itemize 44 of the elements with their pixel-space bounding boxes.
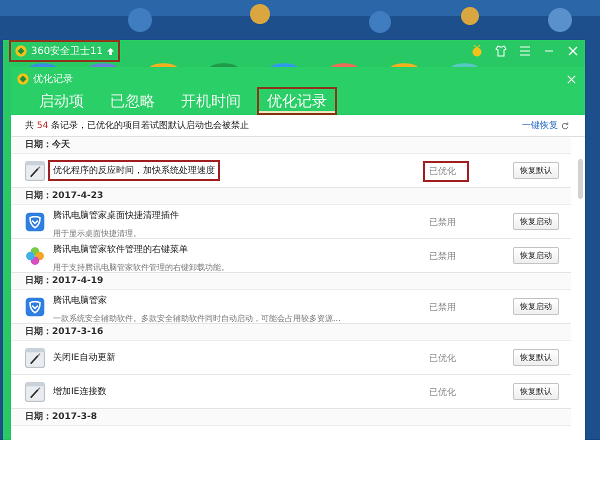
item-description: 用于支持腾讯电脑管家软件管理的右键卸载功能。 [53,262,229,272]
restore-button[interactable]: 恢复默认 [513,383,559,400]
item-title: 优化程序的反应时间，加快系统处理速度 [48,160,220,181]
date-header: 日期：2017-3-16 [11,324,571,341]
restore-button[interactable]: 恢复默认 [513,349,559,366]
shield-icon [25,212,45,232]
status-label: 已优化 [428,352,457,366]
dialog-title: 优化记录 [33,73,74,86]
menu-icon[interactable] [519,45,531,57]
restore-button[interactable]: 恢复默认 [513,162,559,179]
refresh-icon [561,122,569,130]
item-title: 腾讯电脑管家软件管理的右键菜单 [52,244,189,256]
wand-icon [25,160,45,180]
date-header: 日期：2017-4-19 [11,273,571,290]
summary-text: 共 54 条记录，已优化的项目若试图默认启动也会被禁止 [25,120,250,132]
status-label: 已禁用 [428,216,457,230]
date-header: 日期：2017-3-8 [11,409,571,426]
item-title: 关闭IE自动更新 [52,352,116,365]
scrollbar[interactable] [578,159,583,199]
status-label: 已禁用 [428,302,457,315]
item-title: 腾讯电脑管家 [52,294,108,308]
restore-all-link[interactable]: 一键恢复 [522,119,569,132]
item-description: 一款系统安全辅助软件。多款安全辅助软件同时自动启动，可能会占用较多资源... [53,312,341,324]
restore-button[interactable]: 恢复启动 [513,247,559,264]
medal-icon[interactable] [471,45,483,57]
item-title: 腾讯电脑管家桌面快捷清理插件 [52,210,180,222]
date-header: 日期：今天 [11,137,571,154]
shirt-icon[interactable] [495,45,507,57]
status-label: 已优化 [428,386,457,400]
item-title: 增加IE连接数 [52,386,108,399]
date-header: 日期：2017-4-23 [11,188,571,205]
restore-button[interactable]: 恢复启动 [513,298,559,315]
wand-icon [25,348,45,368]
window-title: 360安全卫士11 [31,44,103,58]
shield-icon [25,296,45,316]
clover-icon [25,246,45,266]
restore-button[interactable]: 恢复启动 [513,213,559,230]
status-label: 已优化 [423,161,469,182]
item-description: 用于显示桌面快捷清理。 [53,228,141,238]
wand-icon [25,382,45,402]
upgrade-arrow-icon[interactable] [106,48,114,54]
close-icon[interactable] [567,45,579,57]
status-label: 已禁用 [428,250,457,264]
close-icon[interactable] [566,74,577,84]
